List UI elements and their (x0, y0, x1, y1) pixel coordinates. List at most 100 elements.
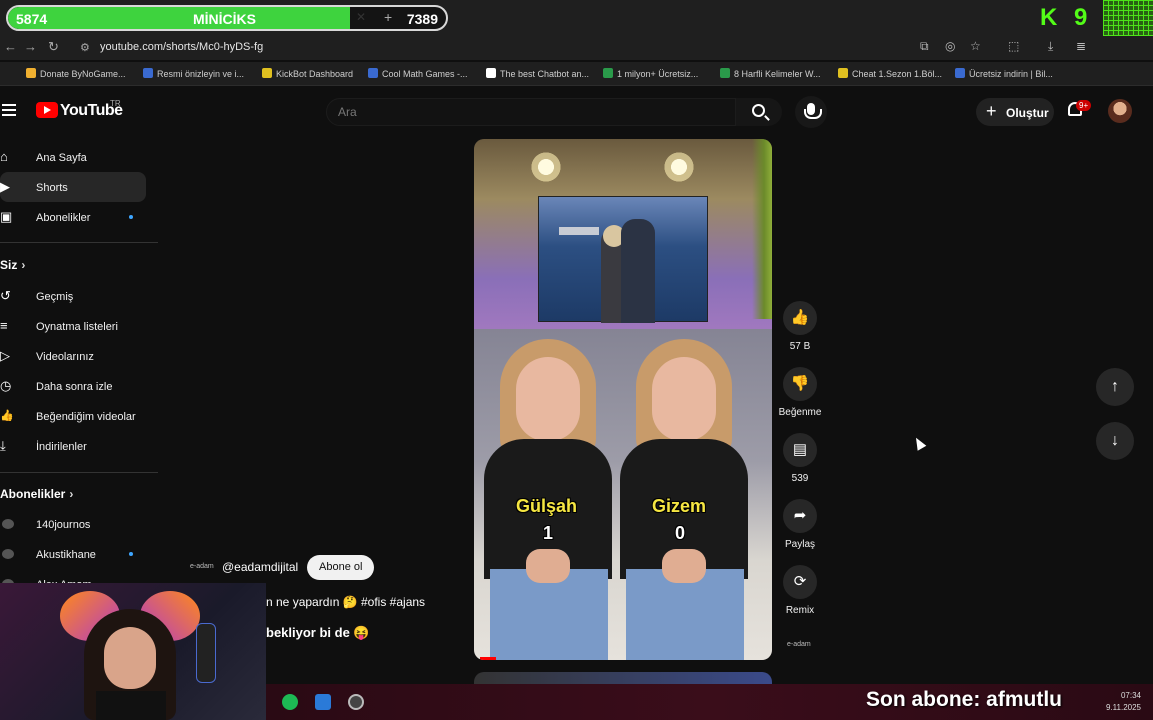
bookmark-item[interactable]: Cool Math Games -... (368, 68, 468, 79)
sidebar-item-subscriptions[interactable]: ▣ Abonelikler (0, 202, 146, 232)
bookmark-star-icon[interactable]: ☆ (970, 39, 981, 53)
site-info-icon[interactable]: ⚙ (80, 41, 90, 54)
forward-icon[interactable]: → (24, 39, 37, 54)
bookmark-label: Resmi önizleyin ve i... (157, 69, 245, 79)
url-field[interactable]: youtube.com/shorts/Mc0-hyDS-fg (100, 41, 263, 53)
kick-logo-icon: K (1040, 4, 1058, 31)
download-icon[interactable]: ⤓ (1048, 39, 1053, 54)
liked-videos-icon: 👍 (0, 410, 14, 422)
stream-footer-bar: Son abone: afmutlu 07:34 9.11.2025 (266, 684, 1153, 720)
dislike-icon[interactable]: 👎 (783, 367, 817, 401)
subscribe-button[interactable]: Abone ol (307, 555, 375, 580)
new-tab-icon[interactable]: + (384, 9, 392, 25)
share-icon[interactable]: ➦ (783, 499, 817, 533)
bookmark-label: Donate ByNoGame... (40, 69, 126, 79)
arrow-up-icon: ↑ (1111, 378, 1119, 395)
sidebar-item-home[interactable]: ⌂ Ana Sayfa (0, 142, 146, 172)
bookmark-item[interactable]: Cheat 1.Sezon 1.Böl... (838, 68, 942, 79)
bookmark-favicon-icon (486, 68, 496, 78)
bookmark-favicon-icon (838, 68, 848, 78)
remix-action[interactable]: ⟳ Remix (778, 565, 822, 616)
sidebar-item-history[interactable]: ↺ Geçmiş (0, 281, 146, 311)
sidebar-item-playlists[interactable]: ≡ Oynatma listeleri (0, 311, 146, 341)
media-icon[interactable]: ≣ (1076, 39, 1086, 53)
sidebar-channel-140journos[interactable]: 140journos (0, 509, 146, 539)
plant-decoration (752, 139, 772, 319)
sidebar-subscriptions-heading[interactable]: Abonelikler › (0, 487, 73, 501)
ceiling-lamp (529, 147, 563, 187)
sidebar-item-liked-videos[interactable]: 👍 Beğendiğim videolar (0, 401, 146, 431)
history-icon: ↺ (0, 288, 11, 303)
like-icon[interactable]: 👍 (783, 301, 817, 335)
create-button[interactable]: + Oluştur (976, 98, 1054, 126)
bookmark-label: 8 Harfli Kelimeler W... (734, 69, 821, 79)
shorts-video-player[interactable]: Gülşah 1 Gizem 0 (474, 139, 772, 660)
close-tab-icon[interactable]: ✕ (356, 10, 366, 24)
like-action[interactable]: 👍 57 B (778, 301, 822, 352)
create-label: Oluştur (1006, 106, 1049, 120)
photos-app-icon[interactable] (315, 694, 331, 710)
reload-icon[interactable]: ↻ (48, 39, 59, 55)
sidebar-you-heading[interactable]: Siz › (0, 258, 25, 272)
sidebar-channel-akustikhane[interactable]: Akustikhane (0, 539, 146, 569)
hands (662, 549, 706, 583)
menu-icon[interactable] (2, 104, 16, 116)
sidebar-item-label: Abonelikler (36, 212, 91, 224)
channel-watermark: e-adam (787, 641, 811, 648)
sidebar-item-shorts[interactable]: ▶ Shorts (0, 172, 146, 202)
comments-action[interactable]: ▤ 539 (778, 433, 822, 484)
previous-short-button[interactable]: ↑ (1096, 368, 1134, 406)
eye-off-icon[interactable]: ◎ (945, 39, 955, 53)
sidebar-item-label: İndirilenler (36, 441, 87, 453)
sidebar-divider (0, 472, 158, 473)
back-icon[interactable]: ← (4, 39, 17, 54)
avatar[interactable] (1108, 99, 1132, 123)
dislike-action[interactable]: 👎 Beğenme (778, 367, 822, 418)
comment-icon[interactable]: ▤ (783, 433, 817, 467)
right-score-label: 0 (675, 523, 686, 543)
remix-icon[interactable]: ⟳ (783, 565, 817, 599)
sidebar-divider (0, 242, 158, 243)
short-description-line-1: n ne yapardın 🤔 #ofis #ajans (266, 595, 426, 609)
chevron-right-icon: › (21, 258, 26, 272)
sidebar-item-watch-later[interactable]: ◷ Daha sonra izle (0, 371, 146, 401)
sidebar-item-label: Oynatma listeleri (36, 321, 118, 333)
obs-icon[interactable] (348, 694, 364, 710)
new-content-dot (129, 552, 133, 556)
voice-search-button[interactable] (795, 96, 827, 128)
bookmark-item[interactable]: KickBot Dashboard (262, 68, 353, 79)
bookmark-item[interactable]: Ücretsiz indirin | Bil... (955, 68, 1053, 79)
bookmark-item[interactable]: 8 Harfli Kelimeler W... (720, 68, 821, 79)
bookmark-item[interactable]: Resmi önizleyin ve i... (143, 68, 244, 79)
bookmark-item[interactable]: The best Chatbot an... (486, 68, 589, 79)
new-content-dot (129, 215, 133, 219)
shorts-icon: ▶ (0, 179, 10, 194)
sidebar-item-downloads[interactable]: ⤓ İndirilenler (0, 431, 146, 461)
sidebar-item-label: Shorts (36, 182, 68, 194)
spotify-icon[interactable] (282, 694, 298, 710)
video-progress-bar[interactable] (480, 657, 496, 660)
sidebar-item-your-videos[interactable]: ▷ Videolarınız (0, 341, 146, 371)
channel-handle[interactable]: @eadamdijital (222, 560, 298, 574)
bookmark-favicon-icon (368, 68, 378, 78)
search-input[interactable] (326, 98, 736, 126)
install-icon[interactable]: ⧉ (920, 39, 929, 54)
youtube-logo-icon[interactable] (36, 102, 58, 118)
streamer-body (96, 691, 166, 720)
stream-goal-bar: 5874 MİNİCİKS ✕ + 7389 (6, 5, 448, 31)
sidebar-item-label: Geçmiş (36, 291, 74, 303)
address-bar: ← → ↻ ⚙ youtube.com/shorts/Mc0-hyDS-fg ⧉… (0, 36, 1153, 60)
search-button[interactable] (736, 98, 782, 126)
bookmark-item[interactable]: Donate ByNoGame... (26, 68, 126, 79)
screen: 5874 MİNİCİKS ✕ + 7389 K 9 ← → ↻ ⚙ youtu… (0, 0, 1153, 720)
system-clock: 07:34 9.11.2025 (1106, 690, 1141, 714)
next-short-button[interactable]: ↓ (1096, 422, 1134, 460)
region-code: TR (110, 99, 121, 108)
extensions-icon[interactable]: ⬚ (1008, 39, 1019, 53)
channel-logo[interactable]: e-adam (190, 563, 214, 570)
remix-label: Remix (785, 605, 815, 616)
bookmark-item[interactable]: 1 milyon+ Ücretsiz... (603, 68, 698, 79)
share-action[interactable]: ➦ Paylaş (778, 499, 822, 550)
you-heading-label: Siz (0, 258, 18, 272)
streamer-face (104, 627, 156, 689)
